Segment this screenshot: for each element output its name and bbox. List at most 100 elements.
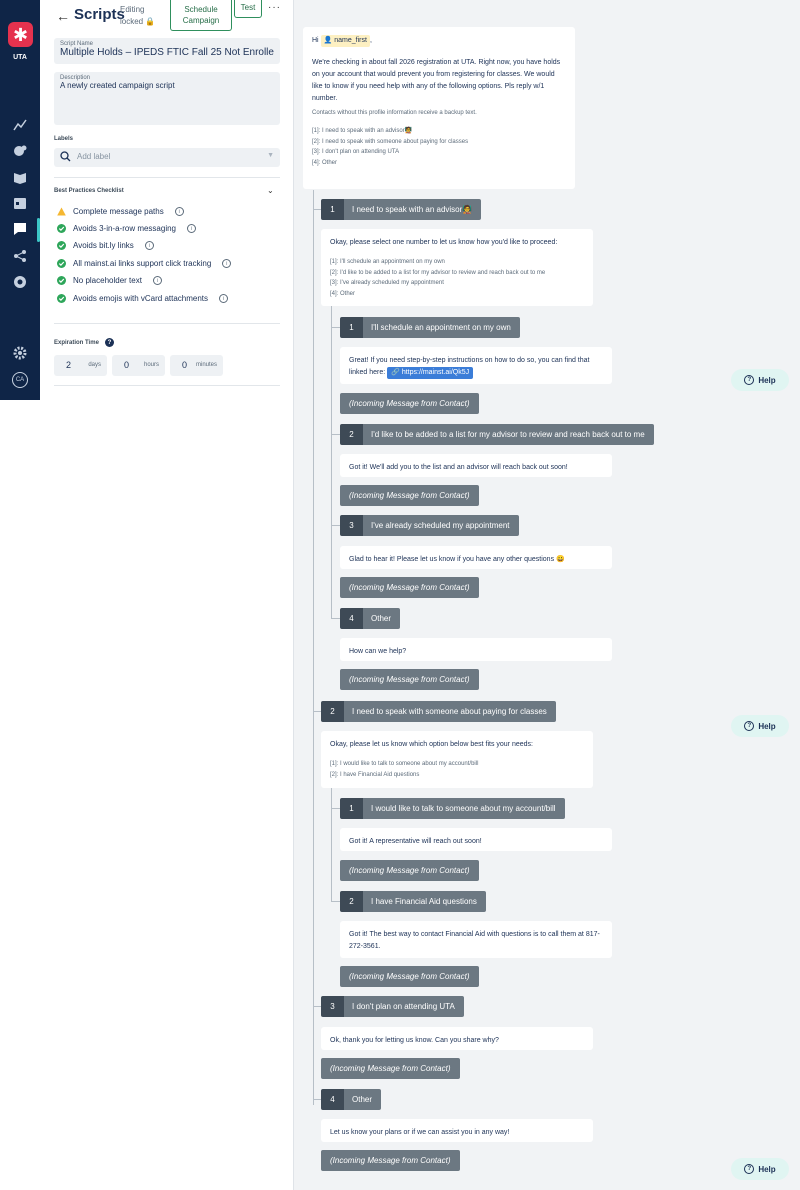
incoming-message-node[interactable]: (Incoming Message from Contact)	[321, 1150, 460, 1171]
help-circle-icon: ?	[744, 721, 755, 731]
reply-message-card[interactable]: Okay, please select one number to let us…	[321, 229, 593, 306]
branch-connector	[313, 711, 321, 712]
incoming-message-node[interactable]: (Incoming Message from Contact)	[321, 1058, 460, 1079]
check-circle-icon	[57, 241, 66, 250]
chevron-down-icon[interactable]: ▼	[267, 152, 274, 159]
checklist-item: No placeholder text i	[57, 276, 162, 285]
info-icon[interactable]: i	[174, 207, 184, 216]
tracked-link[interactable]: 🔗 https://mainst.ai/Qk5J	[387, 367, 474, 379]
merge-field-chip: 👤 name_first	[320, 35, 370, 47]
add-label-input[interactable]: Add label ▼	[54, 148, 280, 167]
response-option-2[interactable]: 2I need to speak with someone about payi…	[321, 701, 556, 722]
settings-gear-icon[interactable]	[13, 346, 27, 360]
incoming-message-node[interactable]: (Incoming Message from Contact)	[340, 393, 479, 414]
expiration-minutes-input[interactable]: 0 minutes	[170, 355, 223, 376]
page-title: Scripts	[74, 6, 125, 23]
more-options-icon[interactable]: ···	[268, 2, 281, 13]
branch-connector	[331, 901, 340, 902]
branch-connector	[313, 190, 314, 1105]
knowledge-book-icon[interactable]	[13, 170, 27, 184]
branch-connector	[313, 1006, 321, 1007]
reply-message-card[interactable]: Let us know your plans or if we can assi…	[321, 1119, 593, 1142]
divider	[54, 323, 280, 324]
reply-message-card[interactable]: Great! If you need step-by-step instruct…	[340, 347, 612, 384]
branch-connector	[331, 525, 340, 526]
org-name: UTA	[13, 54, 27, 61]
script-settings-panel: ← Scripts Editing locked 🔒 Schedule Campai…	[40, 0, 293, 400]
branch-connector	[331, 327, 340, 328]
org-logo-icon[interactable]: ✱	[8, 22, 33, 47]
help-button[interactable]: ? Help	[731, 369, 789, 391]
response-option-2-2[interactable]: 2I have Financial Aid questions	[340, 891, 486, 912]
greeting-line: Hi 👤 name_first,	[312, 35, 566, 47]
checklist-heading: Best Practices Checklist	[54, 188, 124, 194]
help-circle-icon[interactable]: ?	[104, 338, 114, 347]
options-list: [1]: I would like to talk to someone abo…	[330, 761, 479, 778]
response-option-3[interactable]: 3I don't plan on attending UTA	[321, 996, 464, 1017]
message-body: We're checking in about fall 2026 regist…	[312, 59, 561, 102]
incoming-message-node[interactable]: (Incoming Message from Contact)	[340, 966, 479, 987]
info-icon[interactable]: i	[144, 241, 154, 250]
chat-bubbles-icon[interactable]	[13, 144, 27, 158]
response-option-1-1[interactable]: 1 I'll schedule an appointment on my own	[340, 317, 520, 338]
incoming-message-node[interactable]: (Incoming Message from Contact)	[340, 669, 479, 690]
expiration-days-input[interactable]: 2 days	[54, 355, 107, 376]
incoming-message-node[interactable]: (Incoming Message from Contact)	[340, 860, 479, 881]
reply-message-card[interactable]: Okay, please let us know which option be…	[321, 731, 593, 788]
script-name-field[interactable]: Script Name Multiple Holds – IPEDS FTIC …	[54, 38, 280, 64]
reply-message-card[interactable]: Glad to hear it! Please let us know if y…	[340, 546, 612, 569]
help-circle-icon: ?	[744, 375, 755, 385]
script-flow-canvas: Hi 👤 name_first, We're checking in about…	[293, 0, 800, 1190]
branch-connector	[331, 618, 340, 619]
description-field[interactable]: Description A newly created campaign scr…	[54, 72, 280, 125]
help-circle-icon: ?	[744, 1164, 755, 1174]
help-button[interactable]: ? Help	[731, 1158, 789, 1180]
test-button[interactable]: Test	[234, 0, 262, 18]
info-icon[interactable]: i	[187, 224, 197, 233]
response-option-1-2[interactable]: 2 I'd like to be added to a list for my a…	[340, 424, 654, 445]
help-button[interactable]: ? Help	[731, 715, 789, 737]
share-network-icon[interactable]	[13, 249, 27, 263]
expiration-heading: Expiration Time?	[54, 338, 114, 347]
search-icon	[60, 151, 71, 162]
lock-icon: 🔒	[145, 17, 156, 26]
user-avatar[interactable]: CA	[12, 372, 28, 388]
response-option-4[interactable]: 4 Other	[321, 1089, 382, 1110]
warning-triangle-icon	[57, 207, 66, 216]
calendar-icon[interactable]	[13, 196, 27, 210]
checklist-item: Avoids emojis with vCard attachments i	[57, 294, 229, 303]
branch-connector	[331, 788, 332, 901]
analytics-icon[interactable]	[13, 118, 27, 132]
support-lifebuoy-icon[interactable]	[13, 275, 27, 289]
checklist-item: Complete message paths i	[57, 207, 184, 216]
info-icon[interactable]: i	[222, 259, 232, 268]
info-icon[interactable]: i	[219, 294, 229, 303]
reply-message-card[interactable]: Got it! We'll add you to the list and an…	[340, 454, 612, 477]
reply-message-card[interactable]: How can we help?	[340, 638, 612, 661]
checklist-item: Avoids bit.ly links i	[57, 241, 154, 250]
info-icon[interactable]: i	[152, 276, 162, 285]
divider	[54, 385, 280, 386]
checklist-item: Avoids 3-in-a-row messaging i	[57, 224, 197, 233]
labels-heading: Labels	[54, 136, 74, 142]
back-arrow-icon[interactable]: ←	[56, 8, 70, 24]
checklist-item: All mainst.ai links support click tracki…	[57, 259, 232, 268]
reply-message-card[interactable]: Got it! The best way to contact Financia…	[340, 921, 612, 958]
person-icon: 👤	[323, 37, 333, 44]
schedule-campaign-button[interactable]: Schedule Campaign	[170, 0, 232, 31]
collapse-chevron-icon[interactable]: ⌄	[267, 186, 274, 195]
reply-message-card[interactable]: Ok, thank you for letting us know. Can y…	[321, 1027, 593, 1050]
initial-message-card[interactable]: Hi 👤 name_first, We're checking in about…	[303, 27, 575, 189]
check-circle-icon	[57, 224, 66, 233]
branch-connector	[331, 434, 340, 435]
scripts-chat-icon[interactable]	[13, 222, 27, 236]
response-option-1[interactable]: 1I need to speak with an advisor🧑‍🏫	[321, 199, 482, 220]
incoming-message-node[interactable]: (Incoming Message from Contact)	[340, 577, 479, 598]
check-circle-icon	[57, 276, 66, 285]
response-option-2-1[interactable]: 1I would like to talk to someone about m…	[340, 798, 565, 819]
reply-message-card[interactable]: Got it! A representative will reach out …	[340, 828, 612, 851]
expiration-hours-input[interactable]: 0 hours	[112, 355, 165, 376]
incoming-message-node[interactable]: (Incoming Message from Contact)	[340, 485, 479, 506]
response-option-1-3[interactable]: 3 I've already scheduled my appointment	[340, 515, 519, 536]
response-option-1-4[interactable]: 4 Other	[340, 608, 401, 629]
